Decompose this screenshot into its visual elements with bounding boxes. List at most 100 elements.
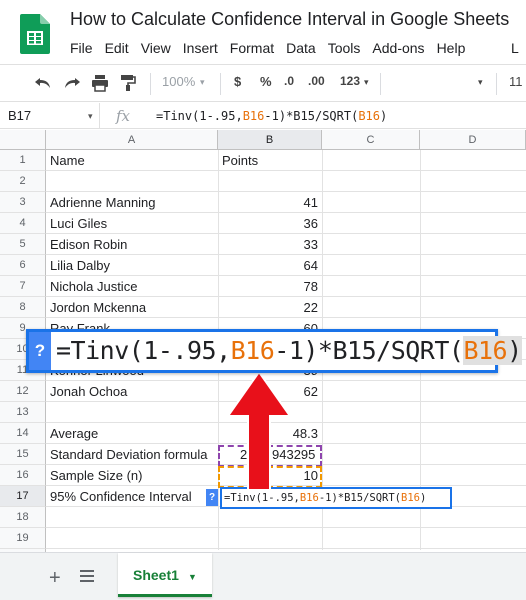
- formula-ref: B16: [358, 109, 380, 123]
- cell-a14[interactable]: Average: [50, 423, 98, 444]
- add-sheet-icon[interactable]: +: [49, 567, 61, 590]
- paint-format-icon[interactable]: [120, 74, 136, 92]
- fx-icon: fx: [116, 107, 131, 125]
- currency-button[interactable]: $: [234, 74, 241, 89]
- all-sheets-menu-icon[interactable]: [80, 569, 94, 587]
- menu-insert[interactable]: Insert: [177, 39, 224, 59]
- increase-decimals-button[interactable]: .00: [308, 74, 325, 88]
- toolbar-divider: [150, 73, 151, 95]
- row-header[interactable]: 15: [0, 444, 46, 465]
- name-box[interactable]: B17: [0, 103, 100, 129]
- title-bar: How to Calculate Confidence Interval in …: [0, 0, 526, 62]
- menu-file[interactable]: File: [64, 39, 99, 59]
- row-header[interactable]: 17: [0, 486, 46, 507]
- percent-button[interactable]: %: [260, 74, 272, 89]
- menu-edit[interactable]: Edit: [99, 39, 135, 59]
- cell-formula-editor[interactable]: ? =Tinv(1-.95,B16-1)*B15/SQRT(B16): [206, 487, 452, 509]
- row-header[interactable]: 13: [0, 402, 46, 423]
- cell-editor-text[interactable]: =Tinv(1-.95,B16-1)*B15/SQRT(B16): [220, 487, 452, 509]
- row-header[interactable]: 6: [0, 255, 46, 276]
- chevron-down-icon: ▾: [200, 77, 205, 87]
- toolbar: 100% ▾ $ % .0 .00 123 ▾ ▾ 11: [0, 64, 526, 102]
- undo-icon[interactable]: [34, 75, 52, 91]
- chevron-down-icon[interactable]: ▼: [188, 572, 197, 582]
- cell-a17[interactable]: 95% Confidence Interval: [50, 486, 192, 507]
- menu-view[interactable]: View: [135, 39, 177, 59]
- row-header[interactable]: 3: [0, 192, 46, 213]
- formula-help-icon: ?: [29, 332, 51, 370]
- column-header-a[interactable]: A: [46, 130, 218, 150]
- cell-b4[interactable]: 36: [218, 213, 318, 234]
- cell-a3[interactable]: Adrienne Manning: [50, 192, 156, 213]
- row-header[interactable]: 12: [0, 381, 46, 402]
- decrease-decimals-button[interactable]: .0: [284, 74, 294, 88]
- formula-input[interactable]: =Tinv(1-.95,B16-1)*B15/SQRT(B16): [156, 109, 387, 123]
- menu-addons[interactable]: Add-ons: [366, 39, 430, 59]
- menu-data[interactable]: Data: [280, 39, 322, 59]
- font-chevron-down-icon[interactable]: ▾: [478, 77, 483, 88]
- print-icon[interactable]: [91, 74, 109, 92]
- redo-icon[interactable]: [63, 75, 81, 91]
- formula-part: -1)*B15/SQRT(: [318, 492, 402, 504]
- cell-b6[interactable]: 64: [218, 255, 318, 276]
- formula-ref: B16: [463, 336, 508, 365]
- document-title[interactable]: How to Calculate Confidence Interval in …: [70, 9, 509, 30]
- chevron-down-icon: ▾: [364, 77, 369, 87]
- column-header-c[interactable]: C: [322, 130, 420, 150]
- row-header[interactable]: 16: [0, 465, 46, 486]
- cell-a15[interactable]: Standard Deviation formula: [50, 444, 208, 465]
- formula-ref: B16: [299, 492, 319, 504]
- menu-truncated[interactable]: L: [511, 40, 519, 56]
- cell-b3[interactable]: 41: [218, 192, 318, 213]
- menu-format[interactable]: Format: [224, 39, 280, 59]
- cell-b18[interactable]: [218, 507, 318, 528]
- cell-b2[interactable]: [218, 171, 318, 192]
- cell-a16[interactable]: Sample Size (n): [50, 465, 142, 486]
- cell-a4[interactable]: Luci Giles: [50, 213, 107, 234]
- row-header[interactable]: 8: [0, 297, 46, 318]
- toolbar-divider: [380, 73, 381, 95]
- formula-ref: B16: [230, 336, 275, 365]
- cell-a6[interactable]: Lilia Dalby: [50, 255, 110, 276]
- row-header[interactable]: 1: [0, 150, 46, 171]
- formula-part: ): [419, 492, 427, 504]
- cell-a12[interactable]: Jonah Ochoa: [50, 381, 127, 402]
- chevron-down-icon[interactable]: ▾: [88, 111, 93, 122]
- cell-b8[interactable]: 22: [218, 297, 318, 318]
- cell-a7[interactable]: Nichola Justice: [50, 276, 137, 297]
- formula-bar: B17 ▾ fx =Tinv(1-.95,B16-1)*B15/SQRT(B16…: [0, 103, 526, 129]
- font-size-select[interactable]: 11: [509, 74, 523, 89]
- row-header[interactable]: 4: [0, 213, 46, 234]
- red-arrow-icon: [228, 372, 290, 490]
- menu-tools[interactable]: Tools: [322, 39, 367, 59]
- cell-b5[interactable]: 33: [218, 234, 318, 255]
- sheet-tabs-bar: + Sheet1 ▼: [0, 552, 526, 600]
- column-header-b[interactable]: B: [218, 130, 322, 150]
- more-formats-button[interactable]: 123: [340, 74, 360, 88]
- sheet-tab-active[interactable]: Sheet1 ▼: [118, 553, 212, 597]
- cell-b1[interactable]: Points: [222, 150, 258, 171]
- sheets-logo-icon[interactable]: [20, 14, 50, 54]
- name-box-value: B17: [8, 108, 32, 123]
- cell-b7[interactable]: 78: [218, 276, 318, 297]
- row-header[interactable]: 18: [0, 507, 46, 528]
- row-header[interactable]: 2: [0, 171, 46, 192]
- cell-a8[interactable]: Jordon Mckenna: [50, 297, 146, 318]
- cell-b19[interactable]: [218, 528, 318, 549]
- row-header[interactable]: 19: [0, 528, 46, 549]
- formula-ref: B16: [242, 109, 265, 123]
- row-header[interactable]: 14: [0, 423, 46, 444]
- formula-part: ): [507, 336, 522, 365]
- row-header[interactable]: 7: [0, 276, 46, 297]
- cell-a1[interactable]: Name: [50, 150, 85, 171]
- column-header-d[interactable]: D: [420, 130, 526, 150]
- select-all-corner[interactable]: [0, 130, 46, 150]
- zoom-select[interactable]: 100%: [162, 74, 195, 89]
- cell-a5[interactable]: Edison Robin: [50, 234, 127, 255]
- formula-help-icon[interactable]: ?: [206, 489, 218, 506]
- row-header[interactable]: 5: [0, 234, 46, 255]
- formula-part: =Tinv(1-.95,: [224, 492, 300, 504]
- menu-help[interactable]: Help: [431, 39, 472, 59]
- callout-formula-text: =Tinv(1-.95,B16-1)*B15/SQRT(B16): [56, 336, 522, 365]
- formula-callout: ? =Tinv(1-.95,B16-1)*B15/SQRT(B16): [26, 329, 522, 373]
